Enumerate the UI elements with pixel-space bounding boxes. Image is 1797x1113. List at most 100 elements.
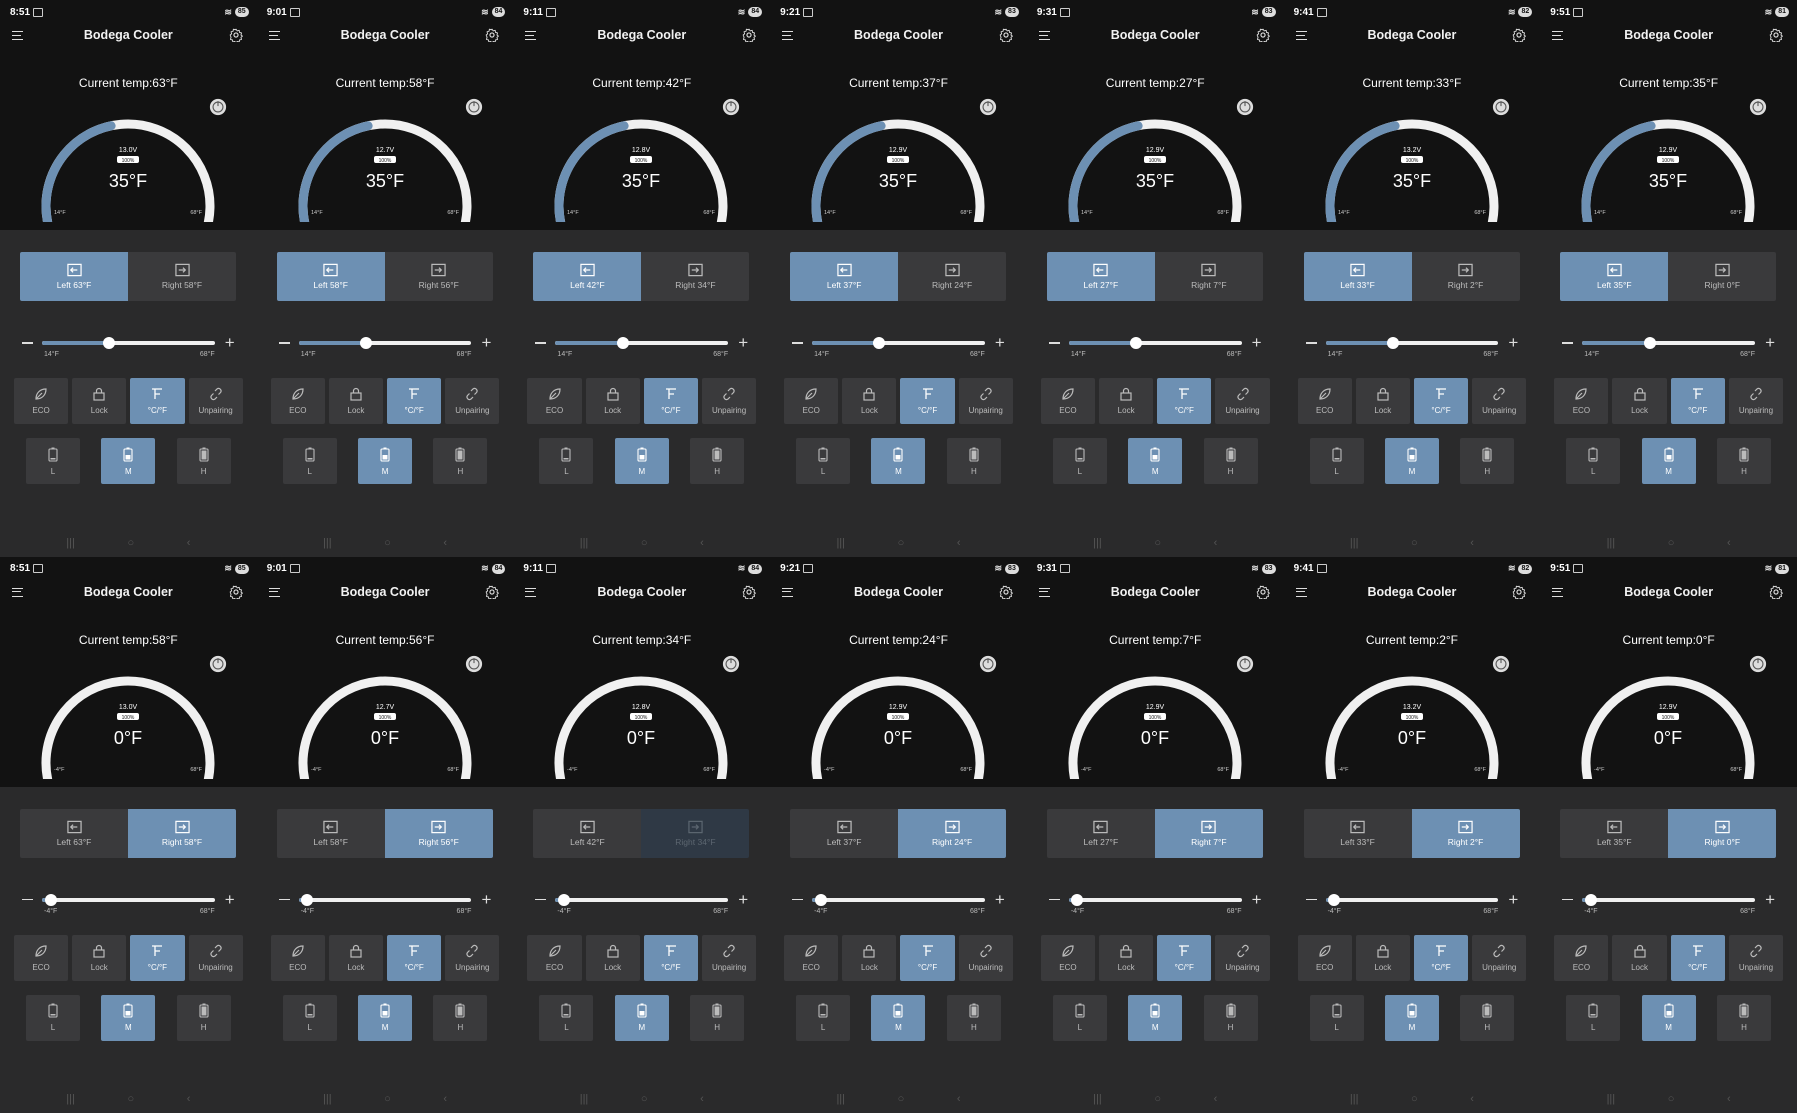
increase-button[interactable]: + — [481, 334, 491, 351]
decrease-button[interactable] — [278, 342, 290, 344]
unpairing-button[interactable]: Unpairing — [958, 934, 1013, 981]
lock-button[interactable]: Lock — [1099, 934, 1154, 981]
lock-button[interactable]: Lock — [1612, 378, 1667, 424]
recent-apps-icon[interactable]: ||| — [1607, 537, 1616, 549]
slider-handle[interactable] — [1584, 893, 1597, 906]
unpairing-button[interactable]: Unpairing — [1472, 934, 1527, 981]
gear-icon[interactable] — [1512, 585, 1527, 599]
zone-right-button[interactable]: Right 7°F — [1154, 252, 1263, 301]
mode-low-button[interactable]: L — [539, 438, 594, 484]
unit-toggle-button[interactable]: °C/°F — [1157, 934, 1212, 981]
mode-medium-button[interactable]: M — [1128, 438, 1183, 484]
home-icon[interactable]: ○ — [1154, 537, 1161, 549]
unit-toggle-button[interactable]: °C/°F — [387, 378, 442, 424]
decrease-button[interactable] — [22, 342, 33, 344]
increase-button[interactable]: + — [1252, 891, 1262, 908]
slider-track[interactable] — [555, 337, 729, 349]
mode-high-button[interactable]: H — [690, 994, 745, 1041]
slider-track[interactable] — [1582, 893, 1755, 906]
zone-right-button[interactable]: Right 56°F — [384, 252, 493, 301]
mode-low-button[interactable]: L — [796, 994, 851, 1041]
eco-button[interactable]: ECO — [1554, 378, 1609, 424]
unpairing-button[interactable]: Unpairing — [188, 378, 243, 424]
gear-icon[interactable] — [1769, 28, 1783, 42]
back-icon[interactable]: ‹ — [957, 537, 961, 549]
slider-handle[interactable] — [1386, 337, 1399, 349]
zone-right-button[interactable]: Right 34°F — [641, 252, 750, 301]
home-icon[interactable]: ○ — [1668, 1093, 1675, 1105]
gear-icon[interactable] — [999, 585, 1013, 599]
zone-right-button[interactable]: Right 58°F — [128, 808, 236, 858]
mode-low-button[interactable]: L — [282, 438, 337, 484]
home-icon[interactable]: ○ — [127, 1093, 134, 1105]
mode-low-button[interactable]: L — [796, 438, 851, 484]
back-icon[interactable]: ‹ — [1214, 1093, 1218, 1105]
home-icon[interactable]: ○ — [898, 537, 905, 549]
mode-high-button[interactable]: H — [176, 438, 231, 484]
eco-button[interactable]: ECO — [14, 934, 69, 981]
lock-button[interactable]: Lock — [72, 934, 127, 981]
back-icon[interactable]: ‹ — [443, 537, 447, 549]
slider-handle[interactable] — [360, 337, 373, 349]
mode-medium-button[interactable]: M — [358, 438, 413, 484]
recent-apps-icon[interactable]: ||| — [1607, 1093, 1616, 1105]
unit-toggle-button[interactable]: °C/°F — [1413, 934, 1469, 981]
mode-low-button[interactable]: L — [26, 438, 80, 484]
zone-left-button[interactable]: Left 42°F — [533, 252, 642, 301]
increase-button[interactable]: + — [995, 334, 1005, 351]
recent-apps-icon[interactable]: ||| — [580, 1093, 589, 1105]
unit-toggle-button[interactable]: °C/°F — [900, 378, 955, 424]
recent-apps-icon[interactable]: ||| — [836, 537, 845, 549]
unit-toggle-button[interactable]: °C/°F — [900, 934, 955, 981]
increase-button[interactable]: + — [738, 334, 748, 351]
mode-medium-button[interactable]: M — [1384, 438, 1439, 484]
eco-button[interactable]: ECO — [1040, 378, 1096, 424]
increase-button[interactable]: + — [1765, 891, 1775, 908]
mode-high-button[interactable]: H — [946, 438, 1001, 484]
increase-button[interactable]: + — [1508, 891, 1518, 908]
slider-handle[interactable] — [1643, 337, 1656, 349]
back-icon[interactable]: ‹ — [187, 1093, 191, 1105]
eco-button[interactable]: ECO — [1297, 378, 1352, 424]
eco-button[interactable]: ECO — [270, 378, 325, 424]
zone-right-button[interactable]: Right 0°F — [1668, 252, 1777, 301]
slider-handle[interactable] — [1071, 893, 1084, 906]
recent-apps-icon[interactable]: ||| — [323, 537, 332, 549]
slider-track[interactable] — [812, 893, 985, 906]
unpairing-button[interactable]: Unpairing — [701, 378, 757, 424]
gear-icon[interactable] — [229, 585, 243, 599]
zone-right-button[interactable]: Right 58°F — [128, 252, 236, 301]
mode-low-button[interactable]: L — [282, 994, 337, 1041]
zone-right-button[interactable]: Right 2°F — [1411, 808, 1520, 858]
decrease-button[interactable] — [1305, 898, 1317, 900]
slider-track[interactable] — [42, 337, 215, 349]
decrease-button[interactable] — [1305, 342, 1317, 344]
zone-left-button[interactable]: Left 27°F — [1046, 808, 1155, 858]
unpairing-button[interactable]: Unpairing — [445, 378, 500, 424]
unit-toggle-button[interactable]: °C/°F — [643, 378, 698, 424]
zone-left-button[interactable]: Left 35°F — [1560, 252, 1669, 301]
mode-high-button[interactable]: H — [1717, 994, 1771, 1041]
home-icon[interactable]: ○ — [384, 537, 391, 549]
eco-button[interactable]: ECO — [527, 378, 582, 424]
slider-track[interactable] — [1582, 337, 1755, 349]
increase-button[interactable]: + — [481, 891, 491, 908]
unpairing-button[interactable]: Unpairing — [958, 378, 1013, 424]
lock-button[interactable]: Lock — [585, 934, 640, 981]
mode-low-button[interactable]: L — [1052, 994, 1107, 1041]
home-icon[interactable]: ○ — [641, 537, 648, 549]
gear-icon[interactable] — [742, 585, 757, 599]
mode-medium-button[interactable]: M — [358, 994, 413, 1041]
gear-icon[interactable] — [742, 28, 757, 42]
recent-apps-icon[interactable]: ||| — [836, 1093, 845, 1105]
slider-track[interactable] — [298, 893, 472, 906]
back-icon[interactable]: ‹ — [1727, 537, 1731, 549]
eco-button[interactable]: ECO — [14, 378, 69, 424]
mode-high-button[interactable]: H — [176, 994, 231, 1041]
mode-medium-button[interactable]: M — [1384, 994, 1439, 1041]
home-icon[interactable]: ○ — [384, 1093, 391, 1105]
eco-button[interactable]: ECO — [784, 378, 839, 424]
mode-medium-button[interactable]: M — [871, 438, 926, 484]
mode-high-button[interactable]: H — [1203, 438, 1258, 484]
gear-icon[interactable] — [229, 28, 243, 42]
